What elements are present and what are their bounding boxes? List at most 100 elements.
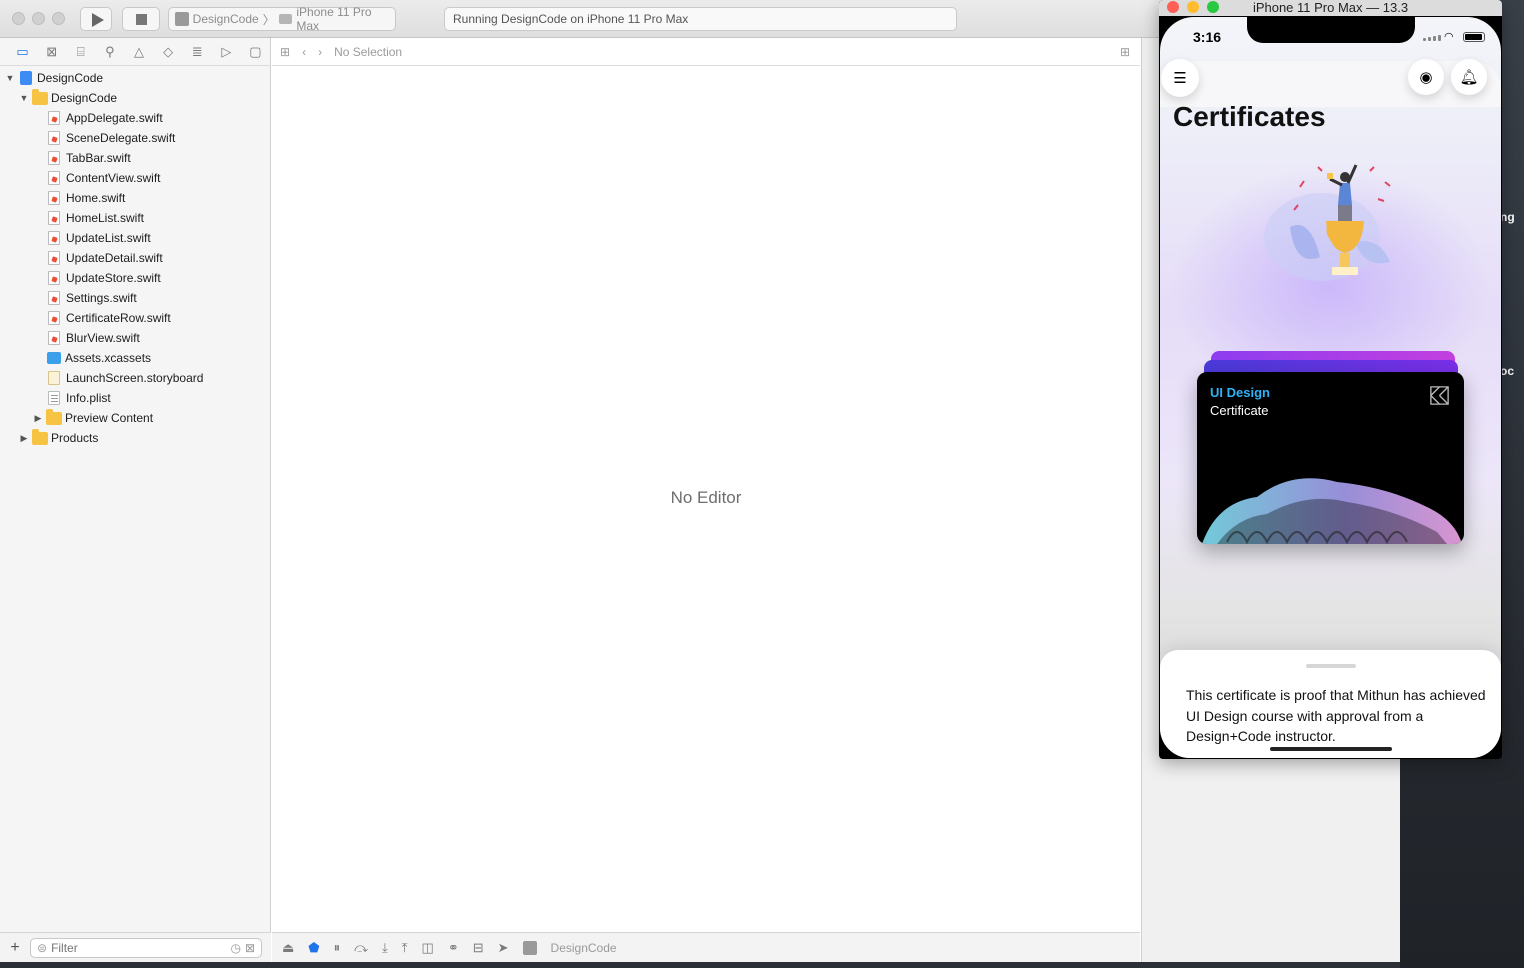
sheet-grabber[interactable]: [1306, 664, 1356, 668]
file-row[interactable]: CertificateRow.swift: [0, 308, 270, 328]
debug-target-label: DesignCode: [550, 940, 617, 955]
tree-row-preview-content[interactable]: ▶ Preview Content: [0, 408, 270, 428]
report-icon[interactable]: ▢: [241, 40, 270, 64]
back-icon[interactable]: ‹: [302, 45, 306, 59]
file-name: HomeList.swift: [66, 211, 145, 225]
swift-file-icon: [48, 131, 60, 145]
step-in-icon[interactable]: ⤓: [382, 940, 388, 956]
warning-icon[interactable]: △: [124, 40, 153, 64]
symbol-icon[interactable]: ⌸: [66, 40, 95, 64]
view-debugger-icon[interactable]: ◫: [422, 940, 434, 956]
swift-file-icon: [48, 251, 60, 265]
source-control-icon[interactable]: ⊠: [37, 40, 66, 64]
search-icon[interactable]: ⚲: [95, 40, 124, 64]
device-notch: [1247, 17, 1415, 43]
bottom-sheet[interactable]: This certificate is proof that Mithun ha…: [1160, 650, 1501, 758]
close-window-button[interactable]: [12, 12, 25, 25]
device-icon: [278, 14, 293, 24]
scheme-selector[interactable]: DesignCode 〉 iPhone 11 Pro Max: [168, 5, 396, 33]
disclosure-open-icon[interactable]: ▼: [18, 92, 30, 104]
test-icon[interactable]: ◇: [154, 40, 183, 64]
folder-icon[interactable]: ▭: [8, 40, 37, 64]
file-row[interactable]: UpdateDetail.swift: [0, 248, 270, 268]
environment-overrides-icon[interactable]: ⊟: [473, 940, 484, 956]
file-name: Settings.swift: [66, 291, 137, 305]
chevron-right-icon: 〉: [262, 12, 275, 27]
filter-icon: ⊜: [37, 940, 48, 955]
file-row[interactable]: Assets.xcassets: [0, 348, 270, 368]
tree-row-project[interactable]: ▼ DesignCode: [0, 68, 270, 88]
file-row[interactable]: ContentView.swift: [0, 168, 270, 188]
card-artwork: [1202, 478, 1462, 544]
swift-file-icon: [48, 191, 60, 205]
add-icon[interactable]: +: [8, 939, 22, 957]
file-row[interactable]: TabBar.swift: [0, 148, 270, 168]
zoom-window-button[interactable]: [1207, 1, 1219, 13]
filter-input[interactable]: [51, 940, 227, 955]
desktop-peek-text: ng: [1500, 210, 1515, 224]
file-row[interactable]: HomeList.swift: [0, 208, 270, 228]
scm-filter-icon[interactable]: ⊠: [245, 941, 255, 955]
file-row[interactable]: Home.swift: [0, 188, 270, 208]
swift-file-icon: [48, 291, 60, 305]
project-navigator: ▭ ⊠ ⌸ ⚲ △ ◇ ≣ ▷ ▢ ▼ DesignCode ▼ DesignC…: [0, 38, 271, 962]
file-row[interactable]: Settings.swift: [0, 288, 270, 308]
certificate-description: This certificate is proof that Mithun ha…: [1186, 687, 1486, 744]
file-row[interactable]: BlurView.swift: [0, 328, 270, 348]
certificate-card[interactable]: UI Design Certificate: [1197, 372, 1464, 544]
file-row[interactable]: AppDelegate.swift: [0, 108, 270, 128]
step-over-icon[interactable]: ⤼: [354, 940, 368, 956]
hide-debug-area-icon[interactable]: ⏏: [282, 940, 294, 956]
disclosure-closed-icon[interactable]: ▶: [18, 432, 30, 444]
file-tree: ▼ DesignCode ▼ DesignCode AppDelegate.sw…: [0, 66, 270, 448]
forward-icon[interactable]: ›: [318, 45, 322, 59]
file-name: CertificateRow.swift: [66, 311, 171, 325]
file-name: UpdateDetail.swift: [66, 251, 163, 265]
card-title: UI Design: [1210, 385, 1270, 400]
card-subtitle: Certificate: [1210, 403, 1269, 418]
file-row[interactable]: SceneDelegate.swift: [0, 128, 270, 148]
recent-icon[interactable]: ◷: [230, 941, 240, 955]
step-out-icon[interactable]: ⤒: [402, 940, 408, 956]
add-editor-icon[interactable]: ⊞: [1120, 45, 1130, 59]
file-name: UpdateStore.swift: [66, 271, 161, 285]
profile-icon[interactable]: ◉: [1408, 59, 1444, 95]
file-row[interactable]: LaunchScreen.storyboard: [0, 368, 270, 388]
activity-viewer: Running DesignCode on iPhone 11 Pro Max: [444, 7, 957, 31]
cellular-icon: [1423, 35, 1441, 41]
tree-row-label: Preview Content: [65, 411, 154, 425]
memory-graph-icon[interactable]: ⚭: [448, 940, 459, 956]
minimize-window-button[interactable]: [32, 12, 45, 25]
close-window-button[interactable]: [1167, 1, 1179, 13]
pause-icon[interactable]: ⏸: [334, 940, 341, 956]
bell-icon[interactable]: 🔔︎: [1451, 59, 1487, 95]
tree-row-products[interactable]: ▶ Products: [0, 428, 270, 448]
breakpoint-icon[interactable]: ▷: [212, 40, 241, 64]
disclosure-open-icon[interactable]: ▼: [4, 72, 16, 84]
minimize-window-button[interactable]: [1187, 1, 1199, 13]
swift-file-icon: [48, 171, 60, 185]
grid-icon[interactable]: ⊞: [280, 45, 290, 59]
file-name: LaunchScreen.storyboard: [66, 371, 204, 385]
zoom-window-button[interactable]: [52, 12, 65, 25]
run-button[interactable]: [80, 7, 112, 31]
file-name: ContentView.swift: [66, 171, 161, 185]
tree-row-group[interactable]: ▼ DesignCode: [0, 88, 270, 108]
debug-icon[interactable]: ≣: [183, 40, 212, 64]
breakpoints-toggle-icon[interactable]: ⬟: [308, 940, 319, 956]
filter-field[interactable]: ⊜ ◷ ⊠: [30, 937, 262, 958]
home-indicator[interactable]: [1270, 747, 1392, 751]
page-title: Certificates: [1173, 101, 1326, 132]
file-row[interactable]: UpdateStore.swift: [0, 268, 270, 288]
stop-button[interactable]: [122, 7, 160, 31]
file-row[interactable]: Info.plist: [0, 388, 270, 408]
app-icon: [522, 940, 537, 955]
list-icon[interactable]: ☰: [1161, 59, 1199, 97]
file-name: BlurView.swift: [66, 331, 140, 345]
asset-catalog-icon: [47, 352, 61, 364]
file-row[interactable]: UpdateList.swift: [0, 228, 270, 248]
swift-file-icon: [48, 271, 60, 285]
location-icon[interactable]: ➤: [498, 940, 509, 956]
navigator-footer: + ⊜ ◷ ⊠: [0, 932, 271, 962]
disclosure-closed-icon[interactable]: ▶: [32, 412, 44, 424]
